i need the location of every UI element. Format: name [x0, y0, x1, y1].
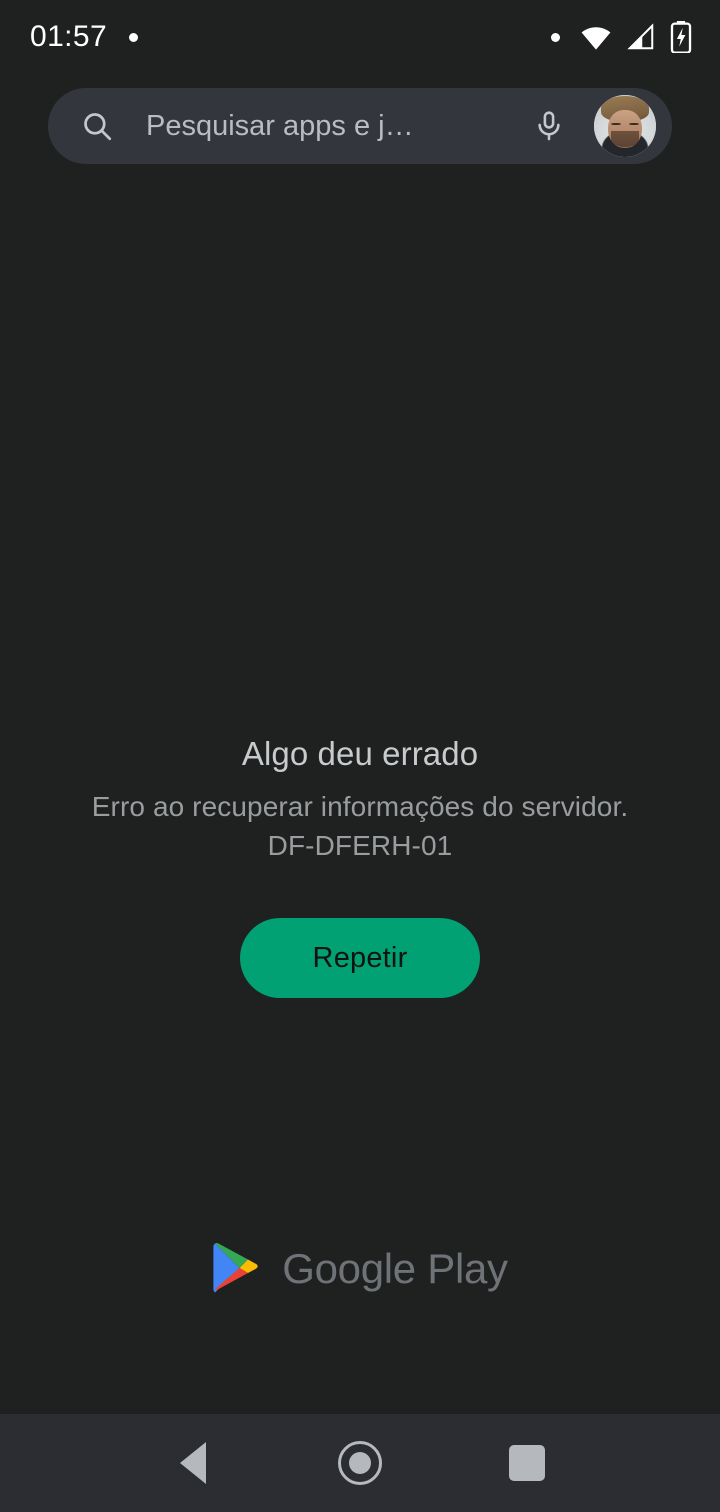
home-button[interactable] [316, 1419, 404, 1507]
recents-button[interactable] [483, 1419, 571, 1507]
google-play-wordmark: Google Play [282, 1245, 508, 1292]
recents-square-icon [508, 1445, 545, 1481]
notification-dot-icon [129, 32, 139, 42]
search-bar[interactable]: Pesquisar apps e j… [48, 88, 672, 164]
google-play-brand: Google Play [0, 1242, 720, 1296]
back-triangle-icon [180, 1442, 207, 1484]
avatar[interactable] [594, 95, 656, 157]
google-play-logo-icon [212, 1242, 260, 1296]
error-title: Algo deu errado [241, 735, 479, 772]
search-input[interactable]: Pesquisar apps e j… [124, 112, 518, 141]
status-bar-right [551, 21, 692, 53]
status-bar: 01:57 [0, 0, 720, 74]
play-store-screen: 01:57 Pesquisar apps e j… Algo deu errad… [0, 0, 720, 1512]
search-bar-container: Pesquisar apps e j… [0, 74, 720, 164]
retry-button[interactable]: Repetir [240, 918, 480, 999]
cellular-signal-icon [626, 22, 656, 52]
microphone-icon[interactable] [522, 99, 576, 153]
avatar-beard [611, 130, 639, 148]
privacy-dot-icon [551, 32, 560, 42]
status-bar-left: 01:57 [30, 20, 139, 53]
back-button[interactable] [149, 1419, 237, 1507]
home-circle-icon [337, 1441, 382, 1485]
battery-charging-icon [670, 21, 692, 53]
error-description: Erro ao recuperar informações do servido… [91, 790, 629, 822]
search-icon[interactable] [74, 103, 120, 149]
main-content: Algo deu errado Erro ao recuperar inform… [0, 164, 720, 1414]
wifi-icon [580, 21, 612, 53]
system-navigation-bar [0, 1414, 720, 1512]
error-code: DF-DFERH-01 [267, 830, 453, 862]
status-clock: 01:57 [30, 20, 108, 53]
error-state: Algo deu errado Erro ao recuperar inform… [0, 734, 720, 999]
